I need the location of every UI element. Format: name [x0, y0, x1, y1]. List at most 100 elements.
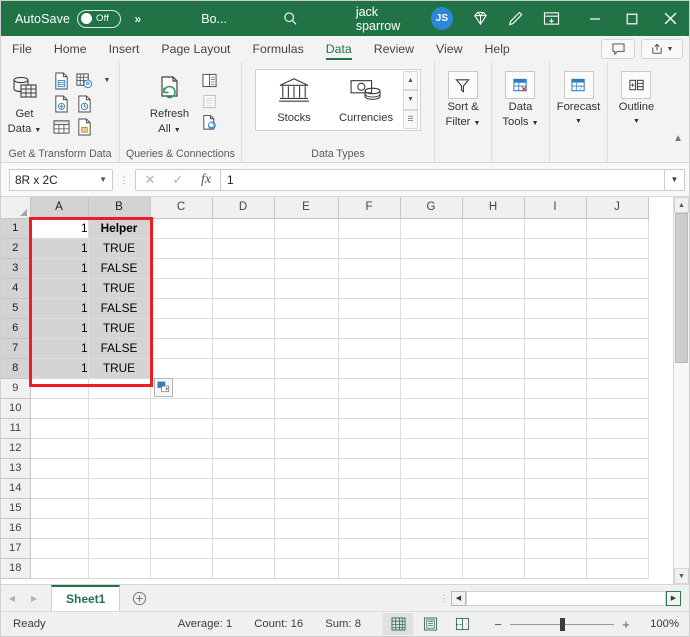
cell-F9[interactable]	[338, 378, 401, 399]
cell-E11[interactable]	[274, 418, 339, 439]
refresh-all-button[interactable]: Refresh All ▼	[141, 66, 199, 139]
cell-D5[interactable]	[212, 298, 275, 319]
cell-E2[interactable]	[274, 238, 339, 259]
cell-B12[interactable]	[88, 438, 151, 459]
cell-E9[interactable]	[274, 378, 339, 399]
vertical-scroll-track[interactable]	[674, 213, 689, 568]
select-all-corner[interactable]	[1, 197, 31, 219]
cell-H5[interactable]	[462, 298, 525, 319]
cell-H3[interactable]	[462, 258, 525, 279]
ribbon-display-options-icon[interactable]	[537, 4, 565, 34]
cell-H6[interactable]	[462, 318, 525, 339]
cell-A5[interactable]: 1	[30, 298, 89, 319]
cell-A3[interactable]: 1	[30, 258, 89, 279]
cell-E18[interactable]	[274, 558, 339, 579]
cell-A16[interactable]	[30, 518, 89, 539]
cell-I14[interactable]	[524, 478, 587, 499]
cell-D3[interactable]	[212, 258, 275, 279]
cell-C5[interactable]	[150, 298, 213, 319]
cell-D12[interactable]	[212, 438, 275, 459]
cell-E10[interactable]	[274, 398, 339, 419]
cell-E6[interactable]	[274, 318, 339, 339]
row-header-10[interactable]: 10	[1, 398, 31, 419]
cell-C2[interactable]	[150, 238, 213, 259]
cell-B16[interactable]	[88, 518, 151, 539]
cell-B3[interactable]: FALSE	[88, 258, 151, 279]
row-header-13[interactable]: 13	[1, 458, 31, 479]
cell-G3[interactable]	[400, 258, 463, 279]
cell-G17[interactable]	[400, 538, 463, 559]
cell-D14[interactable]	[212, 478, 275, 499]
cell-H8[interactable]	[462, 358, 525, 379]
user-name[interactable]: jack sparrow	[356, 5, 422, 33]
cell-C3[interactable]	[150, 258, 213, 279]
cell-E17[interactable]	[274, 538, 339, 559]
cell-G8[interactable]	[400, 358, 463, 379]
properties-icon[interactable]	[199, 91, 221, 112]
cell-G1[interactable]	[400, 218, 463, 239]
cell-A13[interactable]	[30, 458, 89, 479]
from-text-csv-icon[interactable]	[50, 70, 72, 91]
cell-B14[interactable]	[88, 478, 151, 499]
column-header-E[interactable]: E	[274, 197, 339, 219]
cell-G10[interactable]	[400, 398, 463, 419]
cell-I7[interactable]	[524, 338, 587, 359]
cell-E5[interactable]	[274, 298, 339, 319]
data-source-settings-icon[interactable]	[73, 116, 95, 137]
from-picture-icon[interactable]	[50, 93, 72, 114]
cell-I3[interactable]	[524, 258, 587, 279]
cell-D1[interactable]	[212, 218, 275, 239]
cell-H14[interactable]	[462, 478, 525, 499]
cell-G13[interactable]	[400, 458, 463, 479]
cancel-x-icon[interactable]: ✕	[136, 170, 164, 190]
formula-input[interactable]: 1	[220, 168, 665, 191]
collapse-ribbon-icon[interactable]: ▲	[673, 133, 683, 144]
column-header-F[interactable]: F	[338, 197, 401, 219]
cell-D17[interactable]	[212, 538, 275, 559]
cell-D18[interactable]	[212, 558, 275, 579]
cell-H17[interactable]	[462, 538, 525, 559]
cell-A7[interactable]: 1	[30, 338, 89, 359]
cell-I2[interactable]	[524, 238, 587, 259]
scroll-up-icon[interactable]: ▲	[674, 197, 689, 213]
cell-I15[interactable]	[524, 498, 587, 519]
cell-D16[interactable]	[212, 518, 275, 539]
cell-G18[interactable]	[400, 558, 463, 579]
column-header-J[interactable]: J	[586, 197, 649, 219]
cell-D4[interactable]	[212, 278, 275, 299]
currencies-button[interactable]: Currencies	[330, 71, 402, 129]
forecast-button[interactable]: ? Forecast ▼	[551, 66, 607, 130]
cell-I1[interactable]	[524, 218, 587, 239]
cell-G15[interactable]	[400, 498, 463, 519]
row-header-16[interactable]: 16	[1, 518, 31, 539]
row-header-18[interactable]: 18	[1, 558, 31, 579]
cell-C11[interactable]	[150, 418, 213, 439]
cell-F12[interactable]	[338, 438, 401, 459]
search-icon[interactable]	[281, 9, 300, 29]
cell-E4[interactable]	[274, 278, 339, 299]
row-header-17[interactable]: 17	[1, 538, 31, 559]
chevron-double-right-icon[interactable]: »	[135, 12, 142, 26]
scroll-down-icon[interactable]: ▼	[674, 568, 689, 584]
prev-sheet-icon[interactable]: ◀	[1, 587, 23, 609]
hscroll-resize-handle[interactable]: ⋮	[437, 594, 451, 603]
cell-G7[interactable]	[400, 338, 463, 359]
cell-C12[interactable]	[150, 438, 213, 459]
cell-H16[interactable]	[462, 518, 525, 539]
recent-sources-icon[interactable]	[73, 93, 95, 114]
cell-I6[interactable]	[524, 318, 587, 339]
row-header-11[interactable]: 11	[1, 418, 31, 439]
cell-G4[interactable]	[400, 278, 463, 299]
cell-F5[interactable]	[338, 298, 401, 319]
cell-H4[interactable]	[462, 278, 525, 299]
cell-B11[interactable]	[88, 418, 151, 439]
name-box[interactable]: 8R x 2C ▼	[9, 168, 113, 191]
cell-B8[interactable]: TRUE	[88, 358, 151, 379]
cell-A15[interactable]	[30, 498, 89, 519]
from-table-range-icon[interactable]	[50, 116, 72, 137]
maximize-button[interactable]	[613, 1, 651, 36]
row-header-14[interactable]: 14	[1, 478, 31, 499]
status-sum[interactable]: Sum: 8	[325, 618, 361, 630]
row-header-1[interactable]: 1	[1, 218, 31, 239]
cell-I18[interactable]	[524, 558, 587, 579]
